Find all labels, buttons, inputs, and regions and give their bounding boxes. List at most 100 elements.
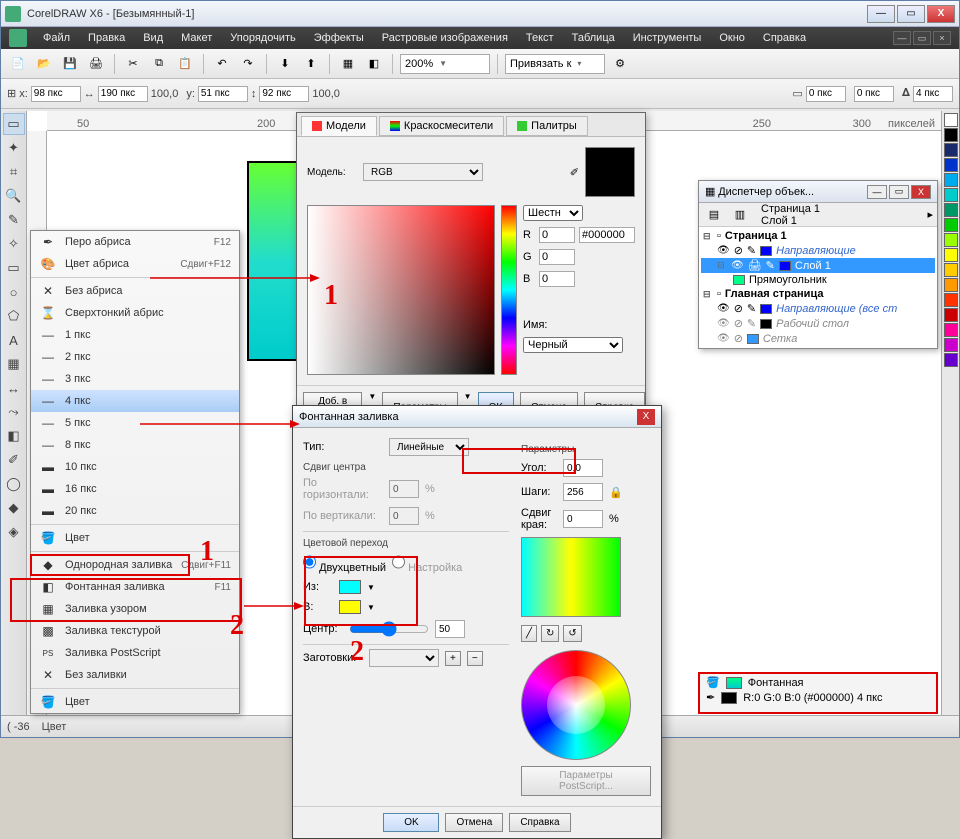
w-input[interactable] (98, 86, 148, 102)
copy-icon[interactable]: ⧉ (148, 53, 170, 75)
tree-page[interactable]: ⊟▫Страница 1 (701, 229, 935, 243)
cut-icon[interactable]: ✂ (122, 53, 144, 75)
menu-table[interactable]: Таблица (564, 29, 623, 47)
px2-input[interactable] (854, 86, 894, 102)
docker-maximize[interactable]: ▭ (889, 185, 909, 199)
width-10-item[interactable]: ▬10 пкс (31, 456, 239, 478)
menu-tools[interactable]: Инструменты (625, 29, 710, 47)
palette-swatch[interactable] (944, 353, 958, 367)
menu-effects[interactable]: Эффекты (306, 29, 372, 47)
tree-grid[interactable]: 👁⊘Сетка (701, 331, 935, 346)
tab-mixers[interactable]: Краскосмесители (379, 116, 504, 136)
tree-rectangle[interactable]: Прямоугольник (701, 273, 935, 287)
undo-icon[interactable]: ↶ (211, 53, 233, 75)
text-tool-icon[interactable]: A (3, 329, 25, 351)
y-input[interactable] (198, 86, 248, 102)
palette-swatch[interactable] (944, 143, 958, 157)
crop-tool-icon[interactable]: ⌗ (3, 161, 25, 183)
menu-help[interactable]: Справка (755, 29, 814, 47)
ok-button[interactable]: OK (383, 813, 439, 832)
width-2-item[interactable]: —2 пкс (31, 346, 239, 368)
palette-swatch[interactable] (944, 233, 958, 247)
hex-mode-select[interactable]: Шестн (523, 205, 583, 221)
menu-bitmaps[interactable]: Растровые изображения (374, 29, 516, 47)
menu-arrange[interactable]: Упорядочить (222, 29, 303, 47)
palette-swatch[interactable] (944, 263, 958, 277)
welcome-icon[interactable]: ◧ (363, 53, 385, 75)
pattern-fill-item[interactable]: ▦Заливка узором (31, 598, 239, 620)
type-select[interactable]: Линейные (389, 438, 469, 456)
freehand-tool-icon[interactable]: ✎ (3, 209, 25, 231)
path-ccw-icon[interactable]: ↺ (563, 625, 581, 642)
menu-edit[interactable]: Правка (80, 29, 133, 47)
remove-preset-button[interactable]: − (467, 651, 483, 666)
no-fill-item[interactable]: ✕Без заливки (31, 664, 239, 686)
midpoint-input[interactable] (435, 620, 465, 638)
color-name-select[interactable]: Черный (523, 337, 623, 353)
width-3-item[interactable]: —3 пкс (31, 368, 239, 390)
open-icon[interactable]: 📂 (33, 53, 55, 75)
steps-input[interactable] (563, 483, 603, 501)
outline-tool-icon[interactable]: ◯ (3, 473, 25, 495)
palette-swatch[interactable] (944, 308, 958, 322)
save-icon[interactable]: 💾 (59, 53, 81, 75)
tab-models[interactable]: Модели (301, 116, 377, 136)
color-wheel[interactable] (521, 650, 631, 760)
px1-input[interactable] (806, 86, 846, 102)
width-16-item[interactable]: ▬16 пкс (31, 478, 239, 500)
h-input[interactable] (259, 86, 309, 102)
docker-minimize[interactable]: — (867, 185, 887, 199)
palette-swatch[interactable] (944, 128, 958, 142)
palette-swatch[interactable] (944, 218, 958, 232)
import-icon[interactable]: ⬇ (274, 53, 296, 75)
path-straight-icon[interactable]: ╱ (521, 625, 537, 642)
child-close[interactable]: × (933, 31, 951, 45)
pick-tool-icon[interactable]: ▭ (3, 113, 25, 135)
palette-swatch[interactable] (944, 173, 958, 187)
from-color-swatch[interactable] (339, 580, 361, 594)
r-input[interactable] (539, 227, 575, 243)
presets-select[interactable] (369, 649, 439, 667)
width-20-item[interactable]: ▬20 пкс (31, 500, 239, 522)
view-icon[interactable]: ▥ (729, 204, 751, 226)
table-tool-icon[interactable]: ▦ (3, 353, 25, 375)
lock-icon[interactable]: 🔒 (609, 486, 623, 499)
child-restore[interactable]: ▭ (913, 31, 931, 45)
snap-combo[interactable]: Привязать к▾ (505, 54, 605, 74)
help-button[interactable]: Справка (509, 813, 570, 832)
print-icon[interactable]: 🖨 (85, 53, 107, 75)
tree-master[interactable]: ⊟▫Главная страница (701, 287, 935, 301)
smart-tool-icon[interactable]: ✧ (3, 233, 25, 255)
new-icon[interactable]: 📄 (7, 53, 29, 75)
hairline-item[interactable]: ⌛Сверхтонкий абрис (31, 302, 239, 324)
effects-tool-icon[interactable]: ◧ (3, 425, 25, 447)
hex-input[interactable] (579, 227, 635, 243)
x-input[interactable] (31, 86, 81, 102)
polygon-tool-icon[interactable]: ⬠ (3, 305, 25, 327)
connector-tool-icon[interactable]: ⤳ (3, 401, 25, 423)
minimize-button[interactable]: — (867, 5, 895, 23)
palette-swatch[interactable] (944, 158, 958, 172)
shape-tool-icon[interactable]: ✦ (3, 137, 25, 159)
docker-close[interactable]: X (911, 185, 931, 199)
fill-tool-icon[interactable]: ◆ (3, 497, 25, 519)
palette-swatch[interactable] (944, 188, 958, 202)
menu-view[interactable]: Вид (135, 29, 171, 47)
palette-swatch[interactable] (944, 323, 958, 337)
width-8-item[interactable]: —8 пкс (31, 434, 239, 456)
layer-icon[interactable]: ▤ (703, 204, 725, 226)
outline-input[interactable] (913, 86, 953, 102)
two-color-radio[interactable] (303, 553, 316, 571)
eyedropper-tool-icon[interactable]: ✐ (3, 449, 25, 471)
cancel-button[interactable]: Отмена (445, 813, 503, 832)
menu-window[interactable]: Окно (711, 29, 753, 47)
width-4-item[interactable]: —4 пкс (31, 390, 239, 412)
child-minimize[interactable]: — (893, 31, 911, 45)
dimension-tool-icon[interactable]: ↔ (3, 377, 25, 399)
interactive-fill-icon[interactable]: ◈ (3, 521, 25, 543)
path-cw-icon[interactable]: ↻ (541, 625, 559, 642)
width-1-item[interactable]: —1 пкс (31, 324, 239, 346)
flyout-icon[interactable]: ▸ (927, 208, 933, 221)
app-launcher-icon[interactable]: ▦ (337, 53, 359, 75)
tree-desktop[interactable]: 👁⊘✎Рабочий стол (701, 316, 935, 331)
